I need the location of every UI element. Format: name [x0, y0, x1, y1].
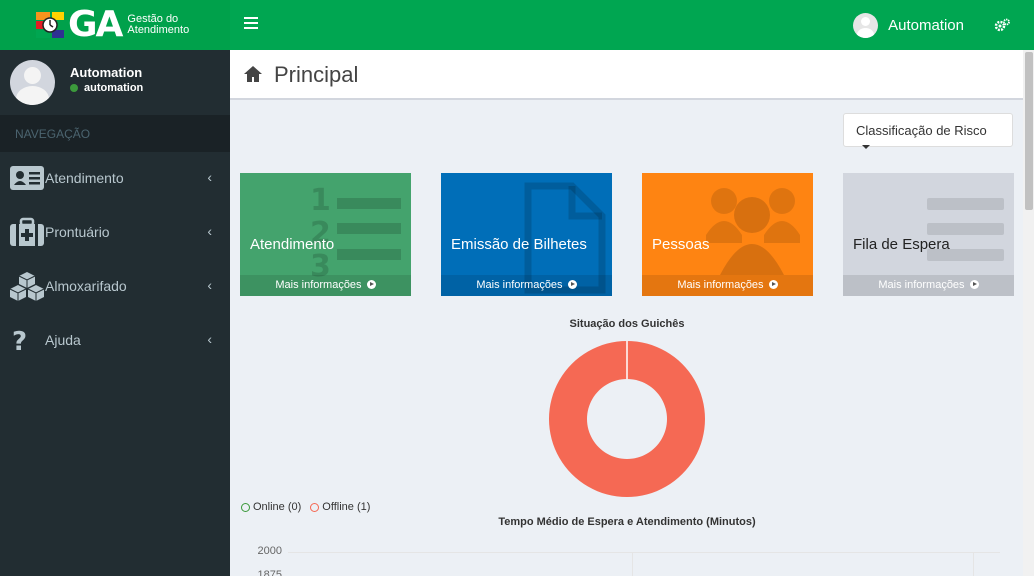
user-menu-name: Automation	[888, 17, 964, 34]
logo-text: GA	[68, 4, 123, 45]
chevron-left-icon: ‹	[207, 331, 212, 347]
arrow-circle-right-icon	[567, 280, 577, 289]
tile-more-info-link[interactable]: Mais informações	[843, 275, 1014, 296]
sidebar-item-label: Ajuda	[45, 332, 81, 348]
sidebar-item-label: Atendimento	[45, 170, 124, 186]
legend-item-online[interactable]: Online (0)	[241, 501, 301, 513]
cubes-icon	[9, 272, 45, 301]
tile-label: Pessoas	[652, 236, 710, 253]
sidebar-toggle-icon[interactable]	[244, 17, 258, 31]
sidebar-item-label: Almoxarifado	[45, 278, 127, 294]
dropdown-label: Classificação de Risco	[856, 123, 987, 138]
chart-title: Situação dos Guichês	[569, 318, 685, 330]
home-icon	[244, 66, 262, 82]
guiches-donut-chart	[548, 341, 705, 497]
grid-line	[632, 552, 633, 576]
sidebar-item-prontuario[interactable]: Prontuário ‹	[0, 206, 230, 260]
chart-title: Tempo Médio de Espera e Atendimento (Min…	[498, 516, 756, 528]
chevron-left-icon: ‹	[207, 277, 212, 293]
online-status-icon	[70, 84, 78, 92]
chart-legend: Online (0) Offline (1)	[241, 501, 379, 513]
page-title: Principal	[274, 62, 359, 87]
tile-more-info-link[interactable]: Mais informações	[642, 275, 813, 296]
grid-line	[973, 552, 974, 576]
settings-gears-icon[interactable]	[994, 18, 1010, 32]
logo-subtitle: Gestão do Atendimento	[127, 13, 190, 36]
tile-label: Fila de Espera	[853, 236, 950, 253]
chevron-left-icon: ‹	[207, 223, 212, 239]
content-header: Principal	[230, 50, 1023, 100]
chevron-left-icon: ‹	[207, 169, 212, 185]
question-icon: ?	[12, 327, 27, 355]
arrow-circle-right-icon	[768, 280, 778, 289]
grid-line	[288, 552, 1000, 553]
y-tick-label: 2000	[257, 545, 282, 557]
tile-more-info-link[interactable]: Mais informações	[240, 275, 411, 296]
legend-marker	[241, 502, 250, 512]
risk-classification-dropdown[interactable]: Classificação de Risco	[843, 113, 1013, 149]
sidebar-user-name: Automation	[70, 65, 143, 80]
sidebar: Automation automation NAVEGAÇÃO Atendime…	[0, 50, 230, 576]
legend-marker	[310, 502, 320, 512]
app-root: GA Gestão do Atendimento Automation Auto…	[0, 0, 1034, 576]
tile-label: Atendimento	[250, 236, 335, 253]
arrow-circle-right-icon	[366, 280, 376, 289]
caret-down-icon	[862, 144, 870, 149]
sidebar-item-label: Prontuário	[45, 224, 110, 240]
legend-item-offline[interactable]: Offline (1)	[310, 501, 370, 513]
svg-text:1: 1	[310, 183, 331, 218]
sidebar-item-ajuda[interactable]: ? Ajuda ‹	[0, 314, 230, 368]
brand-logo[interactable]: GA Gestão do Atendimento	[0, 0, 230, 50]
logo-mark-icon	[36, 12, 64, 38]
id-card-icon	[10, 166, 44, 190]
nav-header: NAVEGAÇÃO	[0, 115, 230, 152]
sidebar-item-atendimento[interactable]: Atendimento ‹	[0, 152, 230, 206]
tile-pessoas[interactable]: Pessoas Mais informações	[642, 173, 813, 296]
y-tick-label: 1875	[257, 569, 282, 576]
scrollbar-thumb[interactable]	[1025, 52, 1033, 210]
medkit-icon	[10, 217, 44, 246]
sidebar-user-status: automation	[70, 82, 143, 94]
user-menu[interactable]: Automation	[853, 13, 964, 38]
svg-text:?: ?	[12, 327, 27, 355]
sidebar-item-almoxarifado[interactable]: Almoxarifado ‹	[0, 260, 230, 314]
tile-more-info-link[interactable]: Mais informações	[441, 275, 612, 296]
user-panel: Automation automation	[0, 50, 230, 115]
arrow-circle-right-icon	[969, 280, 979, 289]
avatar	[853, 13, 879, 38]
avatar	[10, 60, 55, 105]
tile-emissao-bilhetes[interactable]: Emissão de Bilhetes Mais informações	[441, 173, 612, 296]
tile-atendimento[interactable]: 1 2 3 Atendimento Mais informações	[240, 173, 411, 296]
tile-fila-espera[interactable]: Fila de Espera Mais informações	[843, 173, 1014, 296]
top-navbar: Automation	[230, 0, 1034, 50]
tile-label: Emissão de Bilhetes	[451, 236, 587, 253]
